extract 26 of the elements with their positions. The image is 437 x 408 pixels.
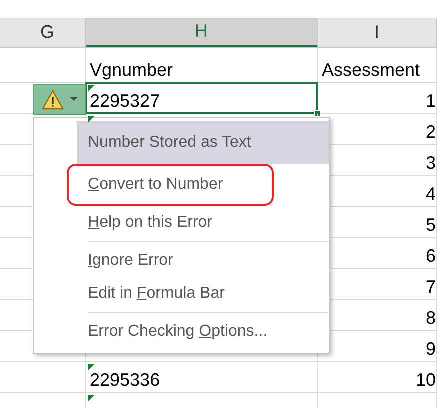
cell-text: 9: [426, 340, 436, 358]
menu-item[interactable]: Ignore Error: [77, 244, 329, 277]
menu-item[interactable]: Convert to Number: [69, 167, 224, 203]
caret-icon: [70, 97, 78, 102]
cell-text: 7: [426, 278, 436, 296]
cell-text: 6: [426, 247, 436, 265]
cell-text: 2: [426, 123, 436, 141]
column-header[interactable]: I: [318, 18, 437, 47]
error-options-button[interactable]: [33, 84, 86, 115]
menu-item[interactable]: Error Checking Options...: [77, 315, 329, 348]
cell-text: 2295336: [90, 371, 160, 389]
cell-text: 4: [426, 185, 436, 203]
cell-text: 3: [426, 154, 436, 172]
fill-handle[interactable]: [314, 110, 321, 117]
cell-text: 1: [426, 92, 436, 110]
cell-text: 8: [426, 309, 436, 327]
header-cell-text: Assessment: [322, 61, 420, 79]
menu-title: Number Stored as Text: [77, 121, 329, 164]
menu-item[interactable]: Help on this Error: [77, 206, 329, 239]
cell-text: 5: [426, 216, 436, 234]
header-cell-text: Vgnumber: [90, 61, 174, 79]
cell-text: 10: [416, 371, 436, 389]
warning-icon: [42, 90, 64, 110]
column-header[interactable]: H: [86, 18, 318, 47]
cell-text: 2295327: [90, 92, 160, 110]
menu-item[interactable]: Edit in Formula Bar: [77, 277, 329, 310]
